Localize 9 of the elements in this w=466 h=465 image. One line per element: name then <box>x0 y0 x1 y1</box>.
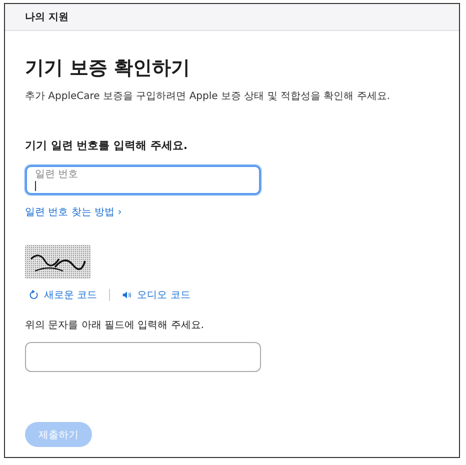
serial-number-field[interactable]: 일련 번호 <box>25 165 261 195</box>
refresh-code-link[interactable]: 새로운 코드 <box>29 288 98 302</box>
help-link[interactable]: 일련 번호 찾는 방법 › <box>25 205 122 219</box>
section-heading: 기기 일련 번호를 입력해 주세요. <box>25 138 188 153</box>
page-description: 추가 AppleCare 보증을 구입하려면 Apple 보증 상태 및 적합성을 확인해 주세요. <box>25 90 392 103</box>
header-title: 나의 지원 <box>25 11 68 24</box>
page-title: 기기 보증 확인하기 <box>25 56 192 81</box>
audio-code-link[interactable]: 오디오 코드 <box>122 288 190 302</box>
captcha-instruction: 위의 문자를 아래 필드에 입력해 주세요. <box>25 319 206 332</box>
